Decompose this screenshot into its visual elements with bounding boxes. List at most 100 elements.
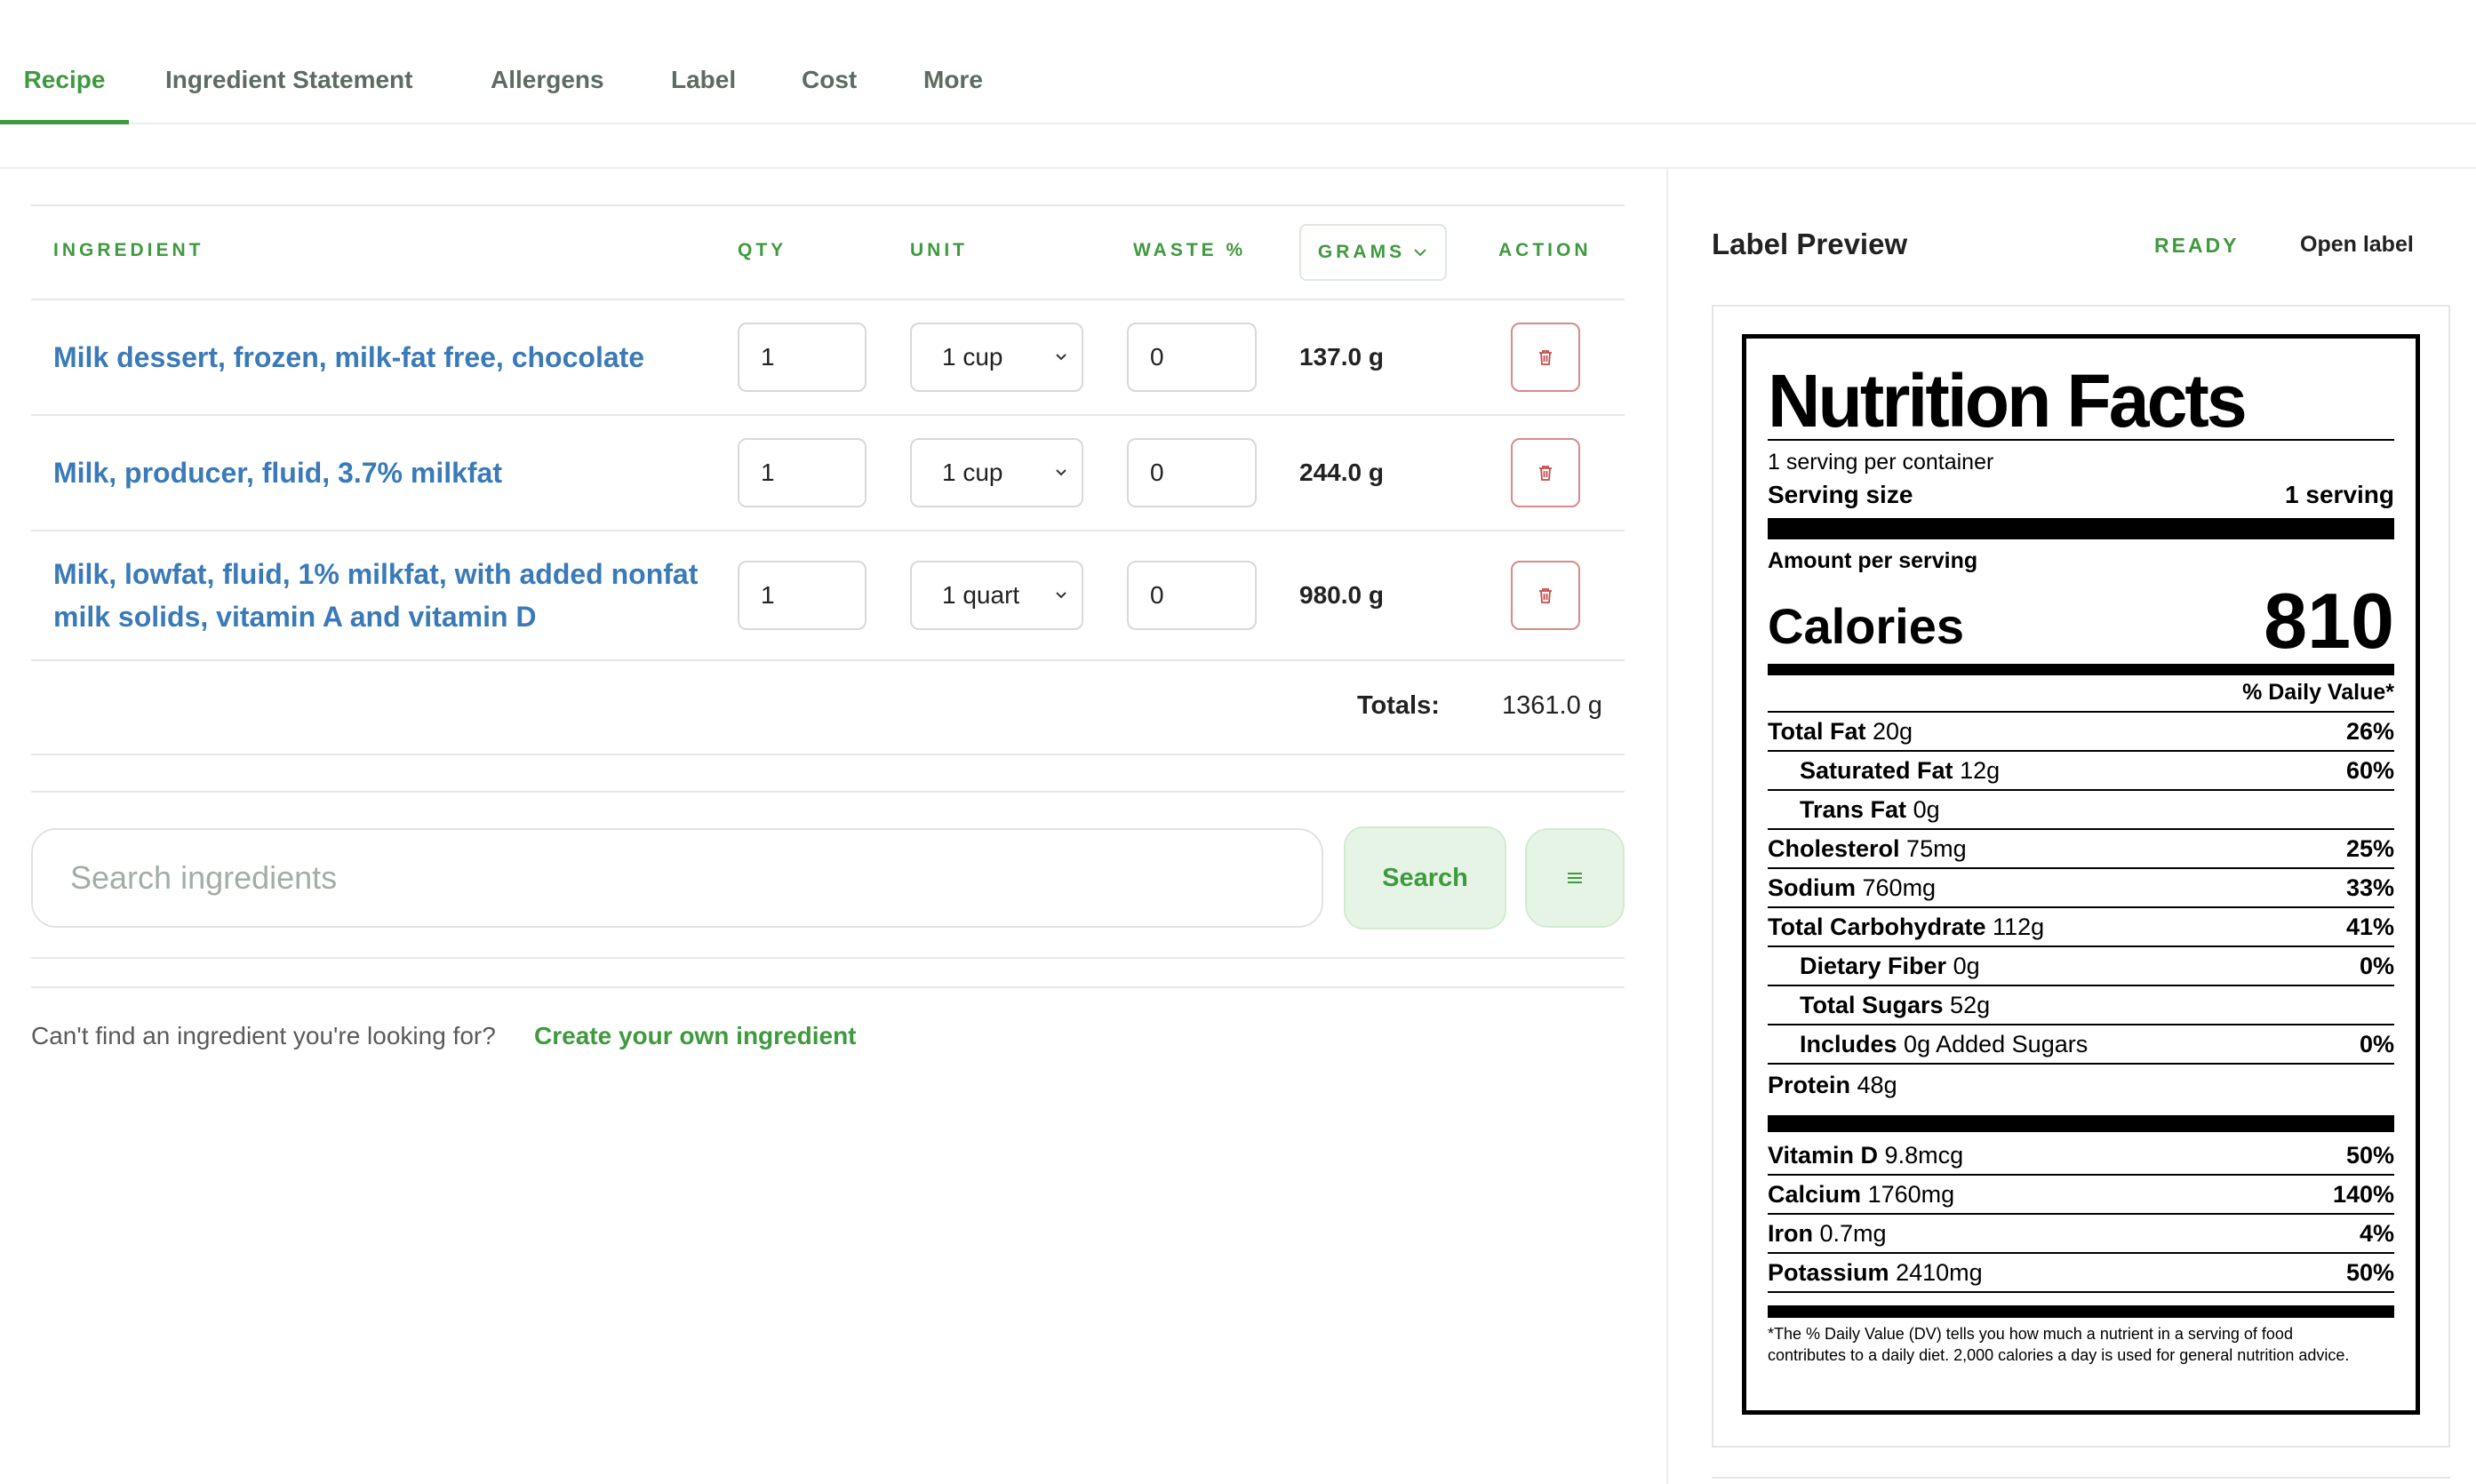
divider [31, 986, 1625, 988]
divider [31, 414, 1625, 416]
nutrient-row: Total Fat 20g 26% [1768, 713, 2394, 752]
nutrient-row: Protein 48g [1768, 1065, 2394, 1104]
header-qty: QTY [738, 240, 787, 260]
vitamin-amount: 1760mg [1867, 1181, 1955, 1208]
delete-button[interactable] [1511, 561, 1580, 630]
nutrient-row: Cholesterol 75mg 25% [1768, 830, 2394, 869]
ingredient-link[interactable]: Milk, producer, fluid, 3.7% milkfat [53, 451, 502, 494]
tab-recipe[interactable]: Recipe [0, 62, 129, 124]
unit-select[interactable]: 1 cup [910, 438, 1083, 507]
grams-toggle-button[interactable]: GRAMS [1299, 224, 1447, 281]
serving-size-value: 1 serving [2285, 481, 2394, 508]
header-ingredient: INGREDIENT [53, 240, 204, 260]
nutrient-dv: 0% [2359, 1031, 2394, 1057]
nutrient-name: Cholesterol [1768, 835, 1900, 862]
nutrient-amount: 75mg [1906, 835, 1967, 862]
chevron-down-icon [1056, 354, 1066, 361]
totals-value: 1361.0 g [1502, 691, 1602, 720]
ingredient-link[interactable]: Milk dessert, frozen, milk-fat free, cho… [53, 336, 644, 379]
open-label-link[interactable]: Open label [2300, 232, 2414, 258]
nutrient-name: Dietary Fiber [1800, 953, 1947, 979]
qty-input[interactable]: 1 [738, 323, 867, 392]
vitamin-amount: 9.8mcg [1884, 1142, 1964, 1169]
nutrient-name: Total Fat [1768, 718, 1866, 745]
nutrient-row: Dietary Fiber 0g 0% [1768, 947, 2394, 986]
serving-size-row: Serving size 1 serving [1768, 481, 2394, 509]
vitamin-name: Calcium [1768, 1181, 1862, 1208]
unit-select[interactable]: 1 cup [910, 323, 1083, 392]
header-action: ACTION [1498, 240, 1592, 260]
delete-button[interactable] [1511, 438, 1580, 507]
vitamin-amount: 0.7mg [1819, 1220, 1887, 1247]
panel-divider [1666, 169, 1668, 1484]
unit-value: 1 cup [942, 343, 1003, 371]
nutrient-amount: 760mg [1862, 874, 1937, 901]
nutrient-row: Sodium 760mg 33% [1768, 869, 2394, 908]
vitamin-dv: 140% [2332, 1181, 2394, 1208]
unit-value: 1 cup [942, 459, 1003, 486]
nutrient-dv: 25% [2345, 835, 2394, 862]
vitamin-name: Potassium [1768, 1259, 1889, 1286]
qty-input[interactable]: 1 [738, 561, 867, 630]
footnote: *The % Daily Value (DV) tells you how mu… [1768, 1325, 2350, 1364]
waste-input[interactable]: 0 [1127, 561, 1257, 630]
ingredient-name-line1: Milk, lowfat, fluid, 1% milkfat, with ad… [53, 558, 699, 590]
divider [1712, 1477, 2450, 1479]
nutrient-amount: 20g [1873, 718, 1913, 745]
tab-allergens[interactable]: Allergens [491, 62, 604, 124]
create-ingredient-link[interactable]: Create your own ingredient [534, 1022, 857, 1050]
chevron-down-icon [1056, 592, 1066, 599]
trash-icon [1539, 350, 1552, 365]
ingredient-name-line2: milk solids, vitamin A and vitamin D [53, 601, 537, 633]
nutrient-amount: 12g [1960, 757, 2001, 784]
nutrient-amount: 112g [1993, 914, 2045, 940]
grams-value: 137.0 g [1299, 343, 1384, 371]
tab-cost[interactable]: Cost [802, 62, 857, 124]
divider [31, 530, 1625, 531]
nutrient-name: Protein [1768, 1072, 1851, 1098]
divider [1768, 518, 2394, 539]
nutrient-name: Saturated Fat [1800, 757, 1953, 784]
vitamin-dv: 50% [2345, 1142, 2394, 1169]
nutrient-row: Saturated Fat 12g 60% [1768, 752, 2394, 791]
waste-input[interactable]: 0 [1127, 323, 1257, 392]
tab-ingredient-statement[interactable]: Ingredient Statement [165, 62, 412, 124]
filter-menu-button[interactable] [1525, 828, 1625, 928]
unit-value: 1 quart [942, 581, 1020, 609]
trash-icon [1539, 466, 1552, 481]
vitamin-name: Iron [1768, 1220, 1813, 1247]
tab-more[interactable]: More [923, 62, 983, 124]
unit-select[interactable]: 1 quart [910, 561, 1083, 630]
calories-label: Calories [1768, 598, 1964, 654]
nutrient-row: Includes 0g Added Sugars 0% [1768, 1025, 2394, 1065]
nutrient-dv: 41% [2345, 914, 2394, 940]
nutrition-facts-title: Nutrition Facts [1768, 359, 2248, 443]
chevron-down-icon [1414, 249, 1426, 257]
nutrient-amount: 52g [1950, 992, 1991, 1018]
delete-button[interactable] [1511, 323, 1580, 392]
calories-row: Calories 810 [1768, 571, 2394, 660]
tab-bar: Recipe Ingredient Statement Allergens La… [0, 0, 2476, 124]
vitamin-row: Potassium 2410mg 50% [1768, 1254, 2394, 1293]
divider [1768, 1115, 2394, 1132]
divider [0, 167, 2476, 169]
nutrient-name: Sodium [1768, 874, 1856, 901]
nutrient-name: Total Carbohydrate [1768, 914, 1986, 940]
qty-input[interactable]: 1 [738, 438, 867, 507]
grams-value: 244.0 g [1299, 459, 1384, 486]
preview-title: Label Preview [1712, 227, 1908, 260]
nutrient-dv: 33% [2345, 874, 2394, 901]
header-waste: WASTE % [1133, 240, 1247, 260]
vitamin-dv: 4% [2359, 1220, 2394, 1247]
status-badge: READY [2154, 234, 2240, 257]
divider [31, 754, 1625, 755]
ingredient-link[interactable]: Milk, lowfat, fluid, 1% milkfat, with ad… [53, 553, 698, 638]
search-button[interactable]: Search [1344, 826, 1506, 929]
grams-value: 980.0 g [1299, 581, 1384, 609]
waste-input[interactable]: 0 [1127, 438, 1257, 507]
search-input[interactable] [31, 828, 1323, 928]
nutrient-dv: 60% [2345, 757, 2394, 784]
nutrient-amount: 0g Added Sugars [1904, 1031, 2089, 1057]
tab-label[interactable]: Label [671, 62, 736, 124]
header-unit: UNIT [910, 240, 968, 260]
